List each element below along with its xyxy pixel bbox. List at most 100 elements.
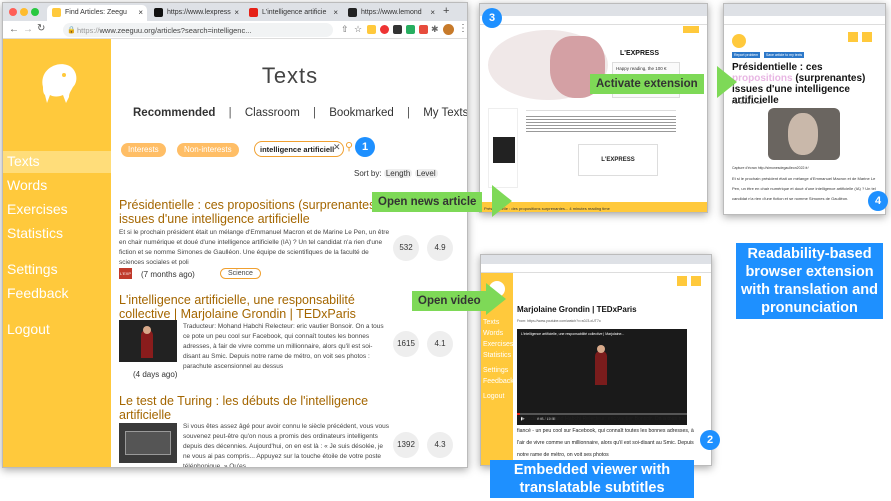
article-age: (4 days ago) [133, 370, 178, 379]
url-field[interactable]: 🔒 https://www.zeeguu.org/articles?search… [63, 23, 333, 37]
clear-search-icon[interactable]: ✕ [333, 142, 341, 153]
close-window-icon[interactable] [9, 8, 17, 16]
tab-youtube[interactable]: L'intelligence artificie × [244, 5, 342, 21]
word-count-badge: 1615 [393, 331, 419, 357]
difficulty-badge: 4.9 [427, 235, 453, 261]
reload-icon[interactable]: ↻ [37, 23, 45, 34]
translatable-subtitles[interactable]: Traducteur: Mohand Habchi Relecteur: eri… [517, 413, 697, 463]
nav-bookmarked[interactable]: Bookmarked [329, 107, 394, 119]
sort-controls: Sort by: Length Level [354, 169, 438, 178]
step-badge-4: 4 [868, 191, 888, 211]
article-summary: Et si le prochain président était un mél… [119, 229, 390, 266]
speaker-head [143, 326, 151, 334]
menu-dots-icon[interactable]: ⋮ [458, 23, 467, 34]
activate-extension-arrow [717, 66, 737, 98]
side-promo [488, 108, 518, 188]
difficulty-badge: 4.3 [427, 432, 453, 458]
video-thumbnail[interactable] [119, 320, 177, 362]
search-icon[interactable]: ⚲ [345, 140, 353, 153]
face-photo [768, 108, 840, 160]
article-title[interactable]: L'intelligence artificielle, une respons… [119, 293, 399, 321]
article-title[interactable]: Présidentielle : ces propositions (surpr… [119, 198, 389, 226]
minimize-window-icon[interactable] [20, 8, 28, 16]
lexpress-screenshot: L'EXPRESS Happy reading, the 100 € Read … [479, 3, 708, 213]
mini-address-bar [480, 16, 707, 25]
tab-lexpress[interactable]: https://www.lexpress × [149, 5, 243, 21]
extension-icon[interactable] [406, 25, 415, 34]
settings-button[interactable] [848, 32, 858, 42]
nav-classroom[interactable]: Classroom [245, 107, 300, 119]
sidebar-item-texts[interactable]: Texts [3, 151, 111, 173]
close-reader-button[interactable] [862, 32, 872, 42]
nav-my-texts[interactable]: My Texts [423, 107, 467, 119]
close-tab-icon[interactable]: × [138, 8, 143, 17]
sidebar-item-statistics[interactable]: Statistics [3, 223, 111, 245]
source-url[interactable]: From: https://www.youtube.com/watch?v=s0… [517, 319, 697, 323]
close-viewer-button[interactable] [691, 276, 701, 286]
sidebar: Texts Words Exercises Statistics Setting… [3, 39, 111, 467]
maximize-window-icon[interactable] [31, 8, 39, 16]
share-icon[interactable]: ⇧ [341, 24, 349, 35]
forward-icon[interactable]: → [23, 24, 33, 35]
word-count-badge: 1392 [393, 432, 419, 458]
lexpress-logo: L'EXP [119, 268, 132, 279]
article-thumbnail [119, 423, 177, 463]
sidebar-item-exercises[interactable]: Exercises [3, 199, 111, 221]
tab-lemonde[interactable]: https://www.lemond × [343, 5, 439, 21]
sidebar-item-words[interactable]: Words [3, 175, 111, 197]
interests-button[interactable]: Interests [121, 143, 166, 157]
subscribe-button[interactable] [683, 26, 699, 33]
settings-button[interactable] [677, 276, 687, 286]
zeeguu-extension-icon[interactable] [367, 25, 376, 34]
open-video-callout: Open video [412, 291, 487, 311]
article-lines [526, 114, 676, 132]
zeeguu-logo-icon [732, 34, 746, 48]
zeeguu-favicon-icon [52, 8, 61, 17]
reader-screenshot: Report problem Save article to my texts … [723, 3, 886, 215]
speaker-head [597, 345, 605, 353]
video-player[interactable]: L'intelligence artificielle, une respons… [517, 329, 687, 425]
topic-tag[interactable]: Science [220, 268, 261, 279]
save-article-chip[interactable]: Save article to my texts [764, 52, 805, 58]
bookmark-star-icon[interactable]: ☆ [354, 24, 362, 35]
extension-bar[interactable]: Présidentielle : des propositions surpre… [480, 202, 707, 212]
nav-recommended[interactable]: Recommended [133, 107, 215, 119]
report-problem-chip[interactable]: Report problem [732, 52, 761, 58]
search-input[interactable]: intelligence artificiell [254, 141, 344, 157]
puzzle-extensions-icon[interactable]: ✱ [431, 24, 439, 35]
back-icon[interactable]: ← [9, 24, 19, 35]
mini-sidebar-menu: Texts Words Exercises Statistics Setting… [483, 319, 514, 400]
non-interests-button[interactable]: Non-interests [177, 143, 239, 157]
tab-bar: Find Articles: Zeegu × https://www.lexpr… [3, 3, 467, 21]
tab-zeeguu[interactable]: Find Articles: Zeegu × [47, 5, 147, 21]
video-title: L'intelligence artificielle, une respons… [521, 332, 625, 336]
youtube-favicon-icon [249, 8, 258, 17]
page-title: Texts [261, 63, 319, 88]
elephant-logo-icon [42, 64, 77, 103]
close-tab-icon[interactable]: × [430, 8, 435, 17]
extension-icon[interactable] [380, 25, 389, 34]
ad-box: L'EXPRESS [578, 144, 658, 176]
close-tab-icon[interactable]: × [333, 8, 338, 17]
mini-address-bar [481, 264, 711, 273]
sidebar-item-settings[interactable]: Settings [3, 259, 111, 281]
rule [526, 110, 676, 111]
step-badge-3: 3 [482, 8, 502, 28]
article-title[interactable]: Le test de Turing : les débuts de l'inte… [119, 394, 369, 422]
sort-level-button[interactable]: Level [414, 169, 438, 178]
extension-icon[interactable] [393, 25, 402, 34]
sort-length-button[interactable]: Length [383, 169, 413, 178]
sidebar-item-logout[interactable]: Logout [3, 319, 111, 341]
step-badge-2: 2 [700, 430, 720, 450]
embedded-viewer-label: Embedded viewer with translatable subtit… [490, 460, 694, 498]
close-tab-icon[interactable]: × [234, 8, 239, 17]
new-tab-icon[interactable]: + [443, 5, 449, 17]
extension-icon[interactable] [419, 25, 428, 34]
article-summary: Traducteur: Mohand Habchi Relecteur: eri… [183, 323, 384, 370]
face-photo-detail [788, 113, 818, 155]
speaker-figure [595, 351, 607, 385]
sidebar-item-feedback[interactable]: Feedback [3, 283, 111, 305]
profile-avatar[interactable] [443, 24, 454, 35]
lemonde-favicon-icon [348, 8, 357, 17]
open-video-arrow [486, 283, 506, 315]
